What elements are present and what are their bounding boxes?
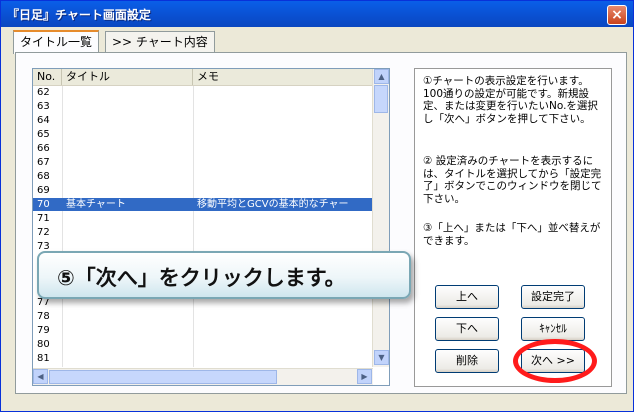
row-title	[66, 184, 192, 197]
row-number: 78	[37, 311, 50, 322]
row-number: 72	[37, 227, 50, 238]
instruction-3: ③「上へ」または「下へ」並べ替えができます。	[423, 222, 601, 247]
list-row[interactable]: 68	[33, 170, 373, 183]
scroll-up-arrow-icon[interactable]: ▲	[374, 69, 389, 84]
window-title: 『日足』チャート画面設定	[7, 8, 151, 22]
row-number: 69	[37, 185, 50, 196]
row-memo	[197, 100, 373, 113]
row-number: 65	[37, 129, 50, 140]
row-title	[66, 310, 192, 323]
row-title	[66, 114, 192, 127]
row-number: 64	[37, 115, 50, 126]
row-memo	[197, 128, 373, 141]
row-title	[66, 170, 192, 183]
row-title	[66, 324, 192, 337]
row-title	[66, 142, 192, 155]
list-row[interactable]: 78	[33, 310, 373, 323]
row-title	[66, 352, 192, 365]
list-row[interactable]: 71	[33, 212, 373, 225]
highlight-ring	[513, 339, 597, 383]
row-number: 67	[37, 157, 50, 168]
row-title	[66, 212, 192, 225]
list-row[interactable]: 64	[33, 114, 373, 127]
list-row[interactable]: 79	[33, 324, 373, 337]
row-number: 71	[37, 213, 50, 224]
list-row[interactable]: 67	[33, 156, 373, 169]
list-rows: 62 63 64 65 66 67 68 69 70 基本チャート 移動平均とGCVの基本的なチャー…	[33, 86, 373, 367]
list-row[interactable]: 72	[33, 226, 373, 239]
row-title	[66, 156, 192, 169]
row-number: 68	[37, 171, 50, 182]
row-number: 63	[37, 101, 50, 112]
list-row[interactable]: 69	[33, 184, 373, 197]
row-memo	[197, 338, 373, 351]
row-number: 70	[37, 199, 50, 210]
row-memo	[197, 156, 373, 169]
scroll-down-arrow-icon[interactable]: ▼	[374, 350, 389, 365]
scroll-left-arrow-icon[interactable]: ◀	[33, 369, 48, 384]
vertical-scrollbar[interactable]: ▲ ▼	[372, 69, 389, 367]
row-title: 基本チャート	[66, 199, 126, 210]
tab-title-list[interactable]: タイトル一覧	[13, 30, 100, 54]
row-title	[66, 86, 192, 99]
row-memo	[197, 352, 373, 365]
callout-text: ⑤「次へ」をクリックします。	[57, 266, 346, 290]
move-down-button[interactable]: 下へ	[435, 317, 499, 341]
scroll-right-arrow-icon[interactable]: ▶	[357, 369, 372, 384]
list-row[interactable]: 70 基本チャート 移動平均とGCVの基本的なチャー	[33, 198, 373, 211]
list-row[interactable]: 62	[33, 86, 373, 99]
move-up-button[interactable]: 上へ	[435, 285, 499, 309]
list-row[interactable]: 81	[33, 352, 373, 365]
row-number: 81	[37, 353, 50, 364]
list-row[interactable]: 63	[33, 100, 373, 113]
row-memo	[197, 212, 373, 225]
row-memo	[197, 184, 373, 197]
list-row[interactable]: 65	[33, 128, 373, 141]
delete-button[interactable]: 削除	[435, 349, 499, 373]
list-row[interactable]: 66	[33, 142, 373, 155]
cancel-button[interactable]: ｷｬﾝｾﾙ	[521, 317, 585, 341]
list-row[interactable]: 80	[33, 338, 373, 351]
row-title	[66, 338, 192, 351]
row-memo	[197, 142, 373, 155]
row-number: 62	[37, 87, 50, 98]
column-header-title[interactable]: タイトル	[62, 69, 193, 85]
column-header-no[interactable]: No.	[33, 69, 62, 85]
row-number: 66	[37, 143, 50, 154]
row-title	[66, 226, 192, 239]
title-list[interactable]: No. タイトル メモ 62 63 64 65 66 67 68 69 70 基本チャート 移動平均…	[32, 68, 390, 386]
settings-window: 『日足』チャート画面設定 × >> チャート内容 タイトル一覧 No. タイトル…	[0, 0, 634, 412]
row-memo	[197, 86, 373, 99]
row-number: 79	[37, 325, 50, 336]
list-header: No. タイトル メモ	[33, 69, 373, 86]
tutorial-callout: ⑤「次へ」をクリックします。	[37, 251, 411, 299]
row-memo	[197, 310, 373, 323]
tab-chart-content[interactable]: >> チャート内容	[105, 31, 215, 52]
row-number: 80	[37, 339, 50, 350]
instruction-1: ①チャートの表示設定を行います。100通りの設定が可能です。新規設定、または変更…	[423, 75, 598, 125]
row-memo	[197, 170, 373, 183]
row-memo: 移動平均とGCVの基本的なチャー	[197, 199, 349, 210]
column-header-memo[interactable]: メモ	[193, 69, 373, 85]
title-bar[interactable]: 『日足』チャート画面設定 ×	[1, 1, 633, 27]
close-button[interactable]: ×	[607, 5, 627, 25]
horizontal-scrollbar[interactable]: ◀ ▶	[33, 368, 373, 385]
vertical-scroll-thumb[interactable]	[374, 85, 388, 113]
finish-settings-button[interactable]: 設定完了	[521, 285, 585, 309]
row-memo	[197, 226, 373, 239]
row-title	[66, 100, 192, 113]
instruction-2: ② 設定済みのチャートを表示するには、タイトルを選択してから「設定完了」ボタンで…	[423, 155, 602, 205]
row-memo	[197, 324, 373, 337]
row-memo	[197, 114, 373, 127]
horizontal-scroll-thumb[interactable]	[49, 370, 277, 384]
row-title	[66, 128, 192, 141]
